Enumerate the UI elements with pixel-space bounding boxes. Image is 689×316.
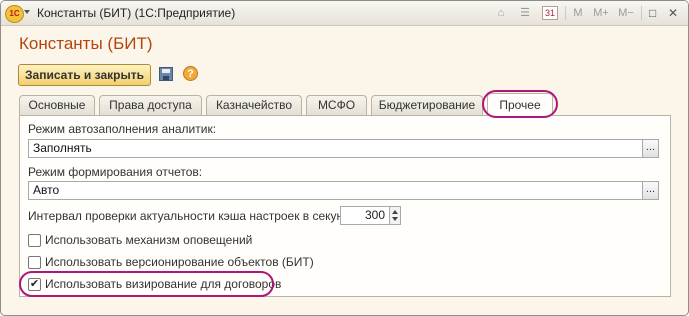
highlight-ring-tab <box>482 90 558 118</box>
toolbar-separator <box>565 6 566 20</box>
tab-ifrs[interactable]: МСФО <box>306 95 367 115</box>
tab-budgeting[interactable]: Бюджетирование <box>371 95 483 115</box>
autofill-mode-field[interactable]: Заполнять <box>28 139 643 158</box>
home-icon[interactable]: ⌂ <box>494 6 508 20</box>
cache-interval-label: Интервал проверки актуальности кэша наст… <box>28 209 367 223</box>
versioning-checkbox-label[interactable]: Использовать версионирование объектов (Б… <box>45 255 314 269</box>
help-icon[interactable]: ? <box>183 66 198 81</box>
list-icon[interactable]: ☰ <box>518 6 532 20</box>
title-bar: 1С Константы (БИТ) (1С:Предприятие) ⌂ ☰ … <box>1 1 688 26</box>
highlight-ring-checkbox <box>19 271 274 297</box>
toolbar-separator <box>641 6 642 20</box>
save-and-close-button[interactable]: Записать и закрыть <box>18 64 151 86</box>
autofill-mode-label: Режим автозаполнения аналитик: <box>28 122 217 136</box>
versioning-checkbox[interactable] <box>28 256 41 269</box>
stepper-down-icon[interactable] <box>392 217 398 221</box>
memory-plus-icon[interactable]: M+ <box>591 6 611 20</box>
report-mode-label: Режим формирования отчетов: <box>28 165 203 179</box>
app-logo-icon[interactable]: 1С <box>5 5 24 23</box>
report-mode-field[interactable]: Авто <box>28 181 643 200</box>
memory-m-icon[interactable]: M <box>572 6 584 20</box>
close-icon[interactable]: ✕ <box>668 6 678 20</box>
save-disk-icon[interactable] <box>159 67 173 81</box>
autofill-mode-select-button[interactable]: ... <box>642 139 659 158</box>
stepper-up-icon[interactable] <box>392 210 398 214</box>
tab-basic[interactable]: Основные <box>19 95 95 115</box>
tab-treasury[interactable]: Казначейство <box>206 95 302 115</box>
app-menu-dropdown-icon[interactable] <box>24 10 30 14</box>
form-title: Константы (БИТ) <box>19 34 153 53</box>
command-bar: Записать и закрыть ? <box>9 61 681 87</box>
window-title: Константы (БИТ) (1С:Предприятие) <box>37 6 236 20</box>
calendar-icon[interactable]: 31 <box>542 6 558 20</box>
cache-interval-input[interactable]: 300 <box>340 206 390 225</box>
report-mode-select-button[interactable]: ... <box>642 181 659 200</box>
app-window: 1С Константы (БИТ) (1С:Предприятие) ⌂ ☰ … <box>0 0 689 316</box>
memory-minus-icon[interactable]: M− <box>616 6 636 20</box>
restore-icon[interactable]: □ <box>649 6 656 20</box>
tab-access-rights[interactable]: Права доступа <box>99 95 202 115</box>
notifications-checkbox[interactable] <box>28 234 41 247</box>
notifications-checkbox-label[interactable]: Использовать механизм оповещений <box>45 233 252 247</box>
cache-interval-stepper[interactable] <box>389 206 401 225</box>
